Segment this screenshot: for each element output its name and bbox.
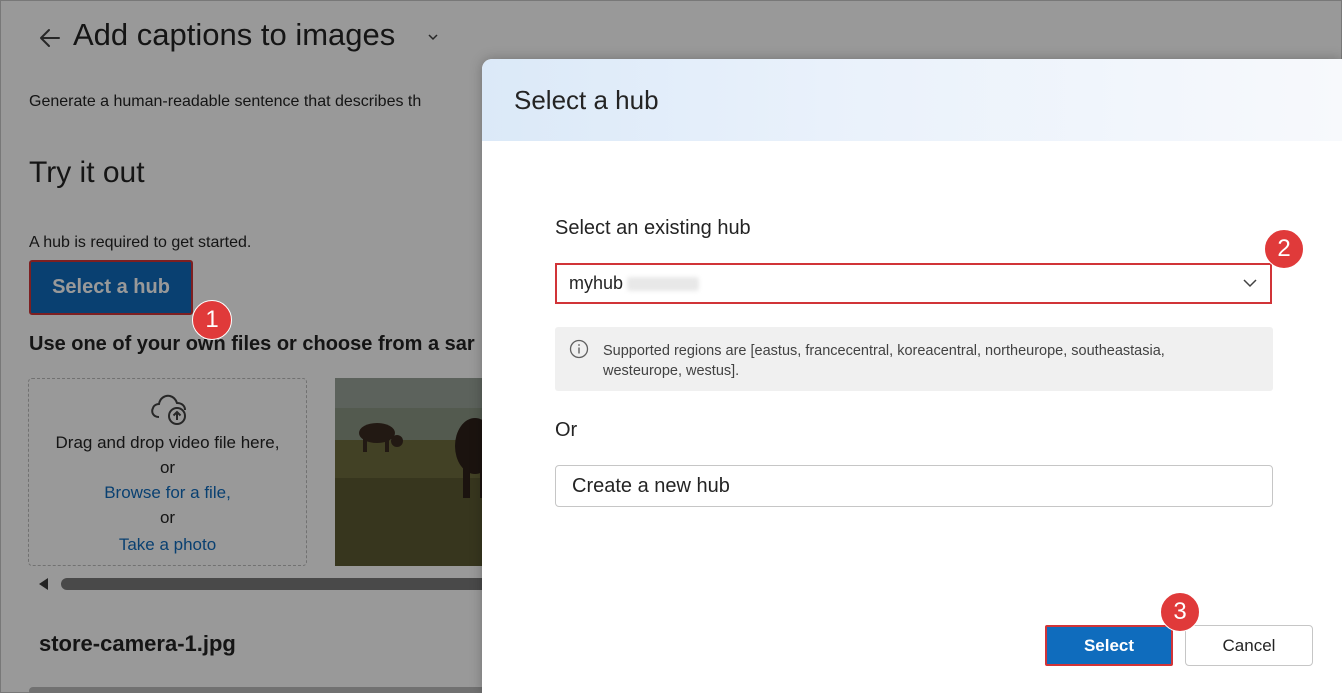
or-label: Or — [555, 419, 578, 441]
select-button[interactable]: Select — [1045, 625, 1173, 666]
create-new-hub-button[interactable]: Create a new hub — [555, 465, 1273, 507]
existing-hub-label: Select an existing hub — [555, 217, 751, 239]
select-hub-dialog: Select a hub Select an existing hub myhu… — [482, 59, 1342, 693]
cancel-button[interactable]: Cancel — [1185, 625, 1313, 666]
annotation-badge-2: 2 — [1264, 229, 1304, 269]
annotation-badge-1: 1 — [192, 300, 232, 340]
regions-info-box: Supported regions are [eastus, francecen… — [555, 327, 1273, 391]
annotation-badge-3: 3 — [1160, 592, 1200, 632]
dialog-title: Select a hub — [514, 85, 659, 115]
chevron-down-icon — [1243, 279, 1257, 288]
regions-info-text: Supported regions are [eastus, francecen… — [603, 343, 1165, 379]
hub-dropdown[interactable]: myhub — [555, 263, 1272, 304]
hub-dropdown-value: myhub — [569, 273, 624, 293]
hub-name-redacted — [627, 276, 700, 291]
dialog-header: Select a hub — [482, 59, 1342, 141]
info-icon — [569, 339, 589, 359]
